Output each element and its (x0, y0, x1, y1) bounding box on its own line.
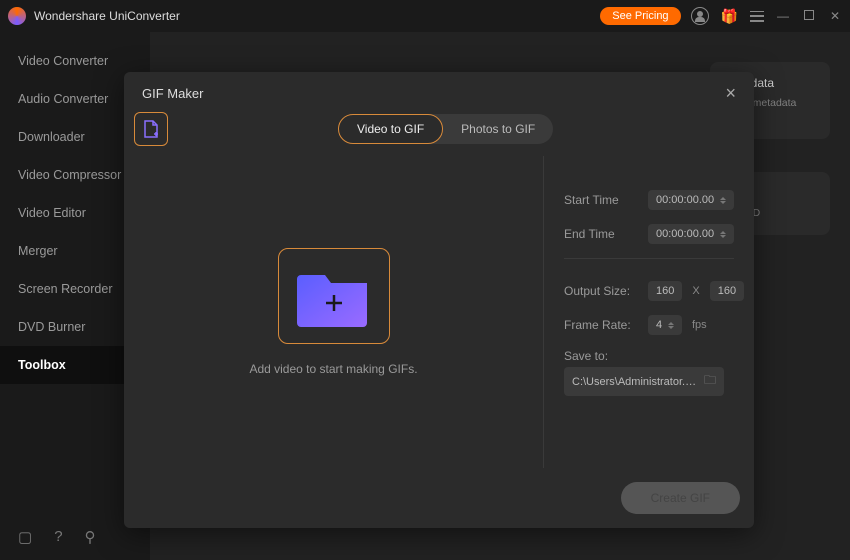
save-to-label: Save to: (564, 349, 608, 363)
window-controls: 🎁 — ✕ (691, 7, 842, 25)
row-start-time: Start Time 00:00:00.00 (564, 190, 734, 210)
gift-icon[interactable]: 🎁 (721, 8, 738, 25)
close-icon[interactable]: × (725, 84, 736, 102)
titlebar: Wondershare UniConverter See Pricing 🎁 —… (0, 0, 850, 32)
row-save-to: Save to: C:\Users\Administrator.EI2E5 🗀 (564, 349, 734, 396)
x-separator: X (692, 285, 699, 297)
add-video-dropzone[interactable] (278, 248, 390, 344)
dropzone-hint: Add video to start making GIFs. (249, 362, 417, 376)
modal-toolbar: Video to GIF Photos to GIF (124, 108, 754, 156)
book-icon[interactable]: ▢ (18, 528, 32, 546)
divider (564, 258, 734, 259)
create-gif-button[interactable]: Create GIF (621, 482, 740, 514)
output-height-input[interactable]: 160 (710, 281, 744, 301)
settings-pane: Start Time 00:00:00.00 End Time 00:00:00… (544, 156, 754, 468)
drop-pane: Add video to start making GIFs. (124, 156, 544, 468)
modal-footer: Create GIF (124, 468, 754, 528)
profile-icon[interactable]: ⚲ (85, 528, 96, 546)
see-pricing-button[interactable]: See Pricing (600, 7, 680, 25)
user-icon[interactable] (691, 7, 709, 25)
start-time-label: Start Time (564, 193, 638, 207)
end-time-spinner[interactable] (720, 231, 726, 238)
modal-header: GIF Maker × (124, 72, 754, 108)
output-width-input[interactable]: 160 (648, 281, 682, 301)
fps-spinner[interactable] (668, 322, 674, 329)
tab-group: Video to GIF Photos to GIF (338, 114, 553, 144)
end-time-label: End Time (564, 227, 638, 241)
folder-icon[interactable]: 🗀 (704, 371, 716, 392)
help-icon[interactable]: ? (54, 528, 62, 546)
save-path-input[interactable]: C:\Users\Administrator.EI2E5 🗀 (564, 367, 724, 396)
end-time-input[interactable]: 00:00:00.00 (648, 224, 734, 244)
start-time-input[interactable]: 00:00:00.00 (648, 190, 734, 210)
add-file-button[interactable] (134, 112, 168, 146)
gif-maker-modal: GIF Maker × Video to GIF Photos to GIF A… (124, 72, 754, 528)
frame-rate-label: Frame Rate: (564, 318, 638, 332)
maximize-button[interactable] (802, 9, 816, 23)
modal-title: GIF Maker (142, 86, 725, 101)
start-time-spinner[interactable] (720, 197, 726, 204)
close-window-button[interactable]: ✕ (828, 9, 842, 23)
tab-photos-to-gif[interactable]: Photos to GIF (443, 115, 553, 143)
app-title: Wondershare UniConverter (34, 9, 600, 23)
output-size-label: Output Size: (564, 284, 638, 298)
minimize-button[interactable]: — (776, 9, 790, 23)
tab-video-to-gif[interactable]: Video to GIF (338, 114, 443, 144)
row-end-time: End Time 00:00:00.00 (564, 224, 734, 244)
hamburger-icon[interactable] (750, 11, 764, 22)
modal-body: Add video to start making GIFs. Start Ti… (124, 156, 754, 468)
fps-unit: fps (692, 319, 707, 331)
app-logo-icon (8, 7, 26, 25)
frame-rate-input[interactable]: 4 (648, 315, 682, 335)
row-output-size: Output Size: 160 X 160 (564, 281, 734, 301)
folder-plus-icon (295, 265, 373, 327)
file-add-icon (142, 119, 160, 139)
row-frame-rate: Frame Rate: 4 fps (564, 315, 734, 335)
